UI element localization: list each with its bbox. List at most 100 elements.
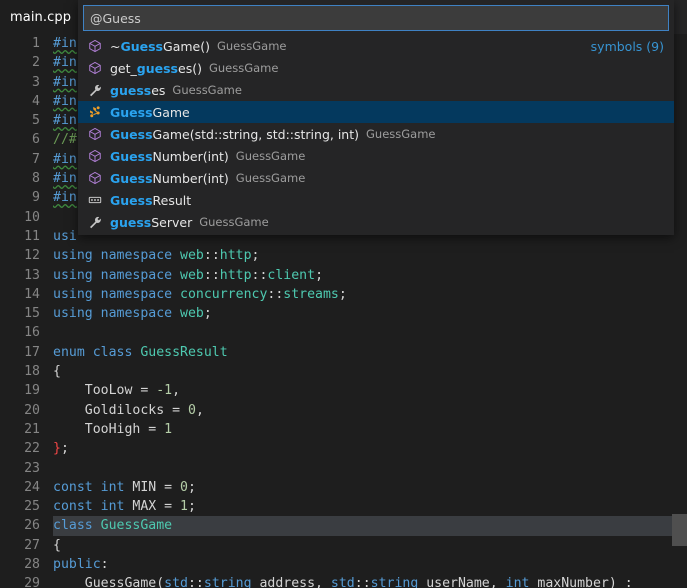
code-line[interactable]: 29 GuessGame(std::string address, std::s… [0,574,687,588]
token: http [220,248,252,263]
token: concurrency [180,287,267,302]
line-content: const int MAX = 1; [53,497,196,516]
line-number: 8 [0,169,40,188]
symbol-result-list: ~GuessGame()GuessGamesymbols (9)get_gues… [78,35,674,235]
token: GuessGame( [53,576,164,588]
token: #in [53,152,77,167]
class-icon [86,104,104,120]
token: #in [53,55,77,70]
symbol-result-item[interactable]: GuessResult [78,189,674,211]
token: address, [252,576,331,588]
line-number: 3 [0,73,40,92]
line-number: 25 [0,497,40,516]
code-line[interactable]: 24const int MIN = 0; [0,478,687,497]
token: :: [355,576,371,588]
token: ; [339,287,347,302]
code-line[interactable]: 26class GuessGame [0,516,687,535]
line-number: 27 [0,536,40,555]
symbol-result-item[interactable]: GuessGame(std::string, std::string, int)… [78,123,674,145]
symbol-quick-open-panel: ~GuessGame()GuessGamesymbols (9)get_gues… [78,0,674,235]
line-number: 26 [0,516,40,535]
method-icon [86,60,104,76]
code-line[interactable]: 27{ [0,536,687,555]
symbol-name: GuessResult [110,193,191,208]
scrollbar-thumb[interactable] [672,514,687,546]
symbol-result-item[interactable]: guessServerGuessGame [78,211,674,233]
token: ; [204,306,212,321]
line-content: #in [53,111,77,130]
line-content: }; [53,439,69,458]
token: client [267,268,315,283]
line-content: GuessGame(std::string address, std::stri… [53,574,633,588]
code-line[interactable]: 28public: [0,555,687,574]
code-line[interactable]: 19 TooLow = -1, [0,381,687,400]
token: web [180,248,204,263]
line-content: const int MIN = 0; [53,478,196,497]
code-line[interactable]: 21 TooHigh = 1 [0,420,687,439]
quick-open-input[interactable] [83,5,669,31]
symbol-result-item[interactable]: ~GuessGame()GuessGamesymbols (9) [78,35,674,57]
line-number: 19 [0,381,40,400]
symbol-name: GuessNumber(int) [110,149,229,164]
code-line[interactable]: 13using namespace web::http::client; [0,266,687,285]
code-line[interactable]: 25 const int MAX = 1; [0,497,687,516]
code-line[interactable]: 15using namespace web; [0,304,687,323]
line-content: using namespace web; [53,304,212,323]
token: Goldilocks = [53,403,188,418]
token: { [53,364,61,379]
token: int [101,480,133,495]
symbol-container-name: GuessGame [236,149,306,163]
line-content: enum class GuessResult [53,343,228,362]
line-content: using namespace web::http::client; [53,266,323,285]
symbol-result-item[interactable]: get_guesses()GuessGame [78,57,674,79]
symbol-result-item[interactable]: GuessNumber(int) GuessGame [78,145,674,167]
token: #in [53,190,77,205]
line-number: 11 [0,227,40,246]
code-line[interactable]: 12using namespace web::http; [0,246,687,265]
token: 1 [164,422,172,437]
code-line[interactable]: 16 [0,323,687,342]
token: using namespace [53,268,180,283]
line-number: 2 [0,53,40,72]
line-number: 14 [0,285,40,304]
line-number: 7 [0,150,40,169]
code-line[interactable]: 23 [0,459,687,478]
line-number: 23 [0,459,40,478]
token: -1 [156,383,172,398]
token: streams [283,287,339,302]
token: ; [252,248,260,263]
method-icon [86,126,104,142]
token: #in [53,75,77,90]
token: const [53,499,101,514]
symbol-result-item[interactable]: guessesGuessGame [78,79,674,101]
symbol-name: ~GuessGame() [110,39,210,54]
line-number: 4 [0,92,40,111]
vertical-scrollbar[interactable] [672,34,687,588]
token: ; [188,480,196,495]
symbol-name: GuessGame(std::string, std::string, int) [110,127,359,142]
code-line[interactable]: 18{ [0,362,687,381]
token: int [101,499,133,514]
code-line[interactable]: 22}; [0,439,687,458]
symbol-result-item[interactable]: GuessGame [78,101,674,123]
code-line[interactable]: 17enum class GuessResult [0,343,687,362]
token: web [180,268,204,283]
line-number: 9 [0,188,40,207]
symbol-container-name: GuessGame [236,171,306,185]
tab-main-cpp[interactable]: main.cpp [0,0,81,34]
token: :: [188,576,204,588]
token: const [53,480,101,495]
line-number: 5 [0,111,40,130]
token: #in [53,171,77,186]
symbol-result-item[interactable]: GuessNumber(int)GuessGame [78,167,674,189]
symbol-name: GuessGame [110,105,190,120]
line-number: 6 [0,130,40,149]
line-content: #in [53,150,77,169]
code-line[interactable]: 14using namespace concurrency::streams; [0,285,687,304]
symbol-container-name: GuessGame [366,127,436,141]
code-line[interactable]: 20 Goldilocks = 0, [0,401,687,420]
line-content: using namespace web::http; [53,246,259,265]
token: http [220,268,252,283]
token: using namespace [53,287,180,302]
token: web [180,306,204,321]
